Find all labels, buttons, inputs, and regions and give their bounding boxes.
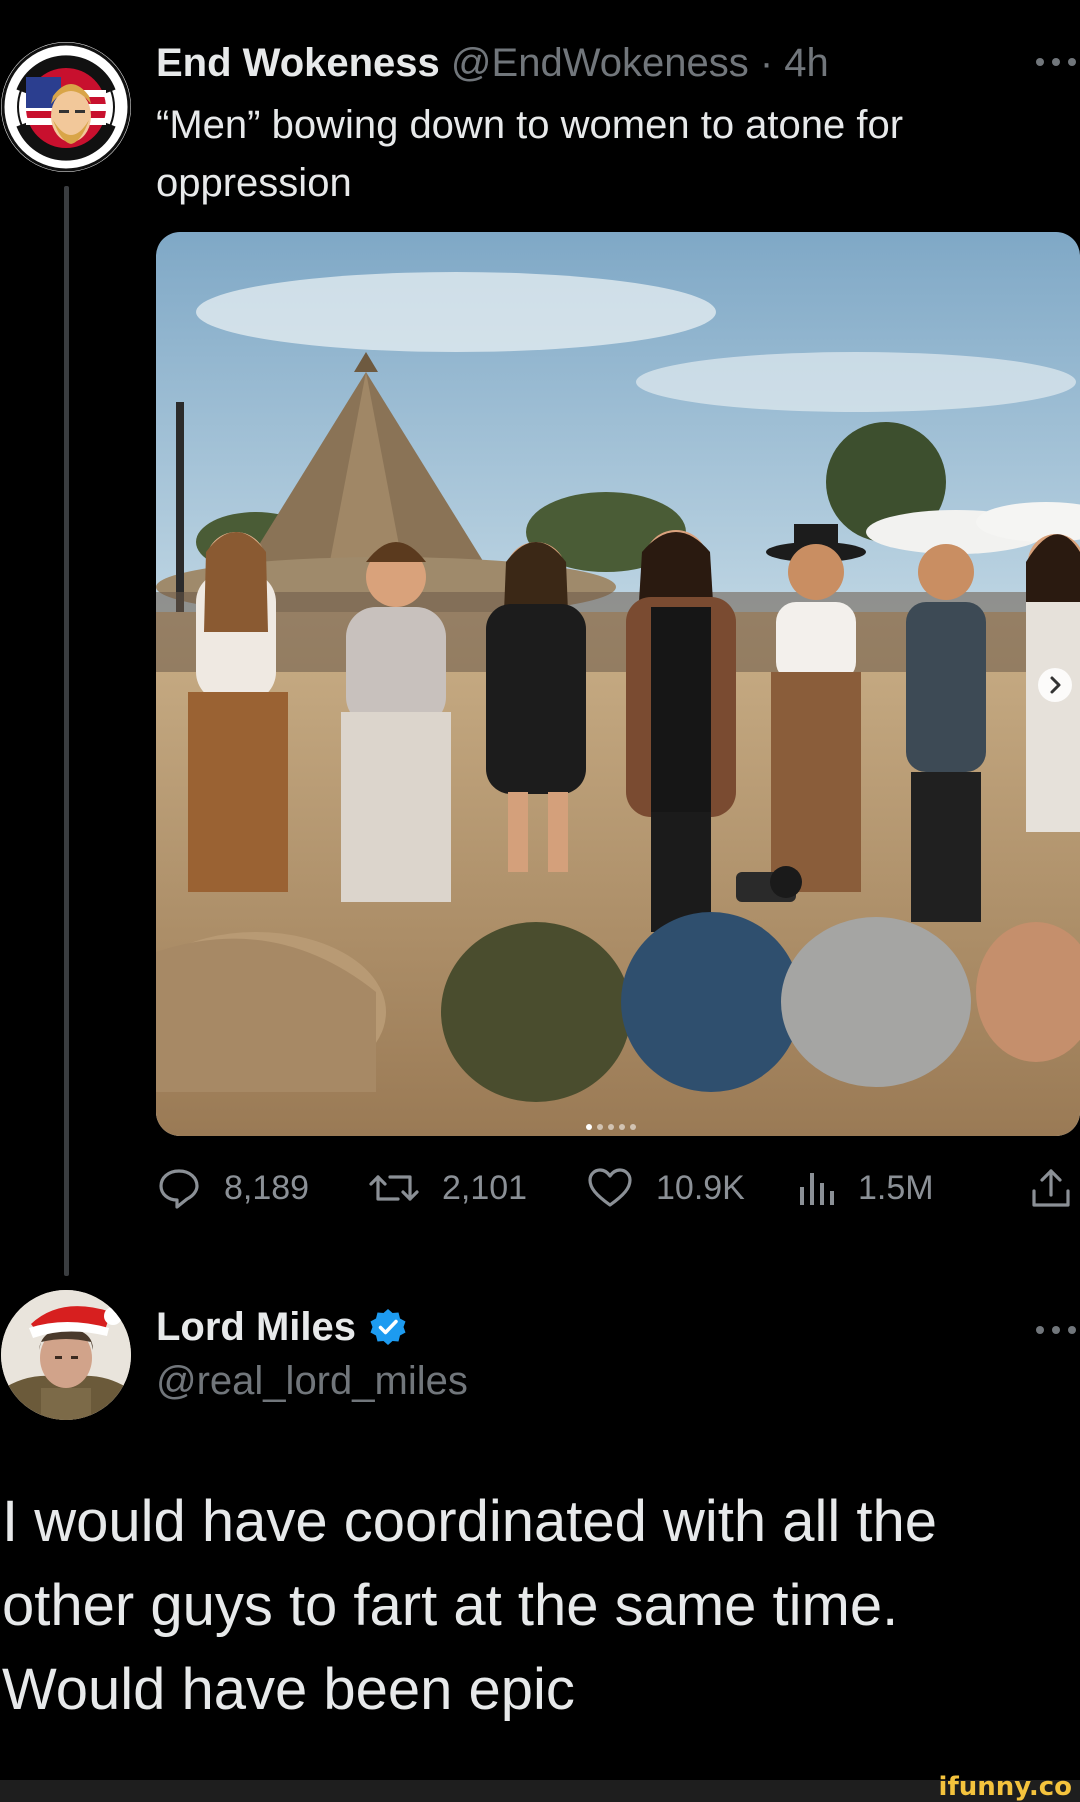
end-wokeness-avatar[interactable] bbox=[1, 42, 131, 172]
chevron-right-icon bbox=[1050, 676, 1061, 694]
retweet-count: 2,101 bbox=[442, 1168, 528, 1207]
photo-men-kneeling-icon bbox=[156, 232, 1080, 1136]
more-options-icon[interactable] bbox=[1034, 54, 1078, 70]
carousel-next-button[interactable] bbox=[1038, 668, 1072, 702]
author-display-name[interactable]: End Wokeness bbox=[156, 41, 440, 85]
time-separator: · bbox=[759, 41, 774, 85]
watermark-bar bbox=[0, 1780, 1080, 1802]
view-count: 1.5M bbox=[858, 1168, 934, 1207]
carousel-dot bbox=[597, 1124, 603, 1130]
carousel-indicator bbox=[586, 1124, 636, 1130]
support-badge-icon bbox=[1, 42, 131, 172]
reply-count: 8,189 bbox=[224, 1168, 310, 1207]
carousel-dot bbox=[619, 1124, 625, 1130]
lord-miles-avatar[interactable] bbox=[1, 1290, 131, 1420]
share-upload-icon bbox=[1032, 1169, 1070, 1207]
verified-badge-icon bbox=[370, 1309, 406, 1345]
like-count: 10.9K bbox=[656, 1168, 745, 1207]
retweet-icon bbox=[369, 1175, 419, 1201]
reply-more-options-icon[interactable] bbox=[1034, 1322, 1078, 1338]
heart-icon bbox=[588, 1168, 632, 1207]
santa-hat-portrait-icon bbox=[1, 1290, 131, 1420]
reply-icon bbox=[159, 1169, 199, 1209]
author-handle[interactable]: @EndWokeness bbox=[451, 41, 749, 85]
analytics-bars-icon bbox=[800, 1173, 834, 1205]
tweet-header: End Wokeness @EndWokeness · 4h bbox=[156, 38, 829, 88]
views-button[interactable]: 1.5M bbox=[796, 1160, 934, 1216]
reply-author-display-name[interactable]: Lord Miles bbox=[156, 1302, 356, 1352]
thread-connector-line bbox=[64, 186, 69, 1276]
reply-author-handle[interactable]: @real_lord_miles bbox=[156, 1356, 468, 1406]
tweet-photo[interactable] bbox=[156, 232, 1080, 1136]
reply-text: I would have coordinated with all the ot… bbox=[2, 1489, 938, 1722]
reply-author-row: Lord Miles bbox=[156, 1302, 408, 1352]
tweet-action-bar: 8,189 2,101 10.9K 1.5M bbox=[156, 1160, 1080, 1216]
ifunny-watermark: ifunny.co bbox=[938, 1772, 1072, 1802]
share-button[interactable] bbox=[1028, 1160, 1074, 1216]
tweet-text: “Men” bowing down to women to atone for … bbox=[156, 103, 904, 205]
reply-button[interactable]: 8,189 bbox=[156, 1160, 309, 1216]
retweet-button[interactable]: 2,101 bbox=[368, 1160, 527, 1216]
carousel-dot bbox=[586, 1124, 592, 1130]
like-button[interactable]: 10.9K bbox=[586, 1160, 745, 1216]
carousel-dot bbox=[630, 1124, 636, 1130]
tweet-timestamp[interactable]: 4h bbox=[784, 41, 829, 85]
carousel-dot bbox=[608, 1124, 614, 1130]
